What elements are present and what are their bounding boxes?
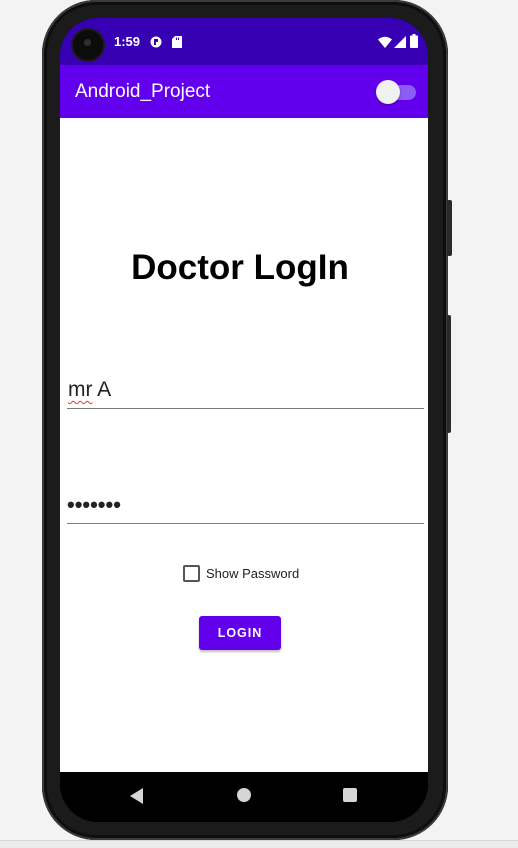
password-field[interactable]: •••••••	[67, 492, 424, 524]
status-bar: 1:59	[60, 18, 428, 65]
switch-thumb[interactable]	[376, 80, 400, 104]
volume-button	[447, 315, 451, 433]
sd-card-icon	[172, 36, 182, 48]
home-icon[interactable]	[237, 788, 251, 802]
power-button	[447, 200, 452, 256]
username-field[interactable]: mr A	[67, 378, 424, 409]
show-password-label[interactable]: Show Password	[206, 566, 299, 581]
login-button[interactable]: LOGIN	[199, 616, 281, 650]
username-value-rest: A	[92, 378, 112, 401]
battery-icon	[410, 34, 418, 48]
username-value-misspelled: mr	[68, 378, 93, 401]
status-time: 1:59	[114, 34, 141, 49]
login-content: Doctor LogIn mr A ••••••• Show Password …	[60, 118, 428, 772]
wifi-icon	[378, 36, 392, 48]
recents-icon[interactable]	[343, 788, 357, 802]
device-screen: 1:59 Android_Project Doctor LogIn mr A •…	[60, 18, 428, 822]
app-title: Android_Project	[75, 81, 211, 102]
password-value: •••••••	[67, 492, 121, 517]
app-bar: Android_Project	[60, 65, 428, 118]
camera-icon	[73, 30, 103, 60]
back-icon[interactable]	[130, 788, 143, 804]
username-value: mr A	[67, 378, 111, 401]
show-password-row[interactable]: Show Password	[183, 565, 299, 582]
navigation-bar	[60, 772, 428, 822]
app-notification-icon	[150, 36, 162, 48]
show-password-checkbox[interactable]	[183, 565, 200, 582]
page-title: Doctor LogIn	[131, 248, 349, 287]
signal-icon	[394, 36, 406, 48]
